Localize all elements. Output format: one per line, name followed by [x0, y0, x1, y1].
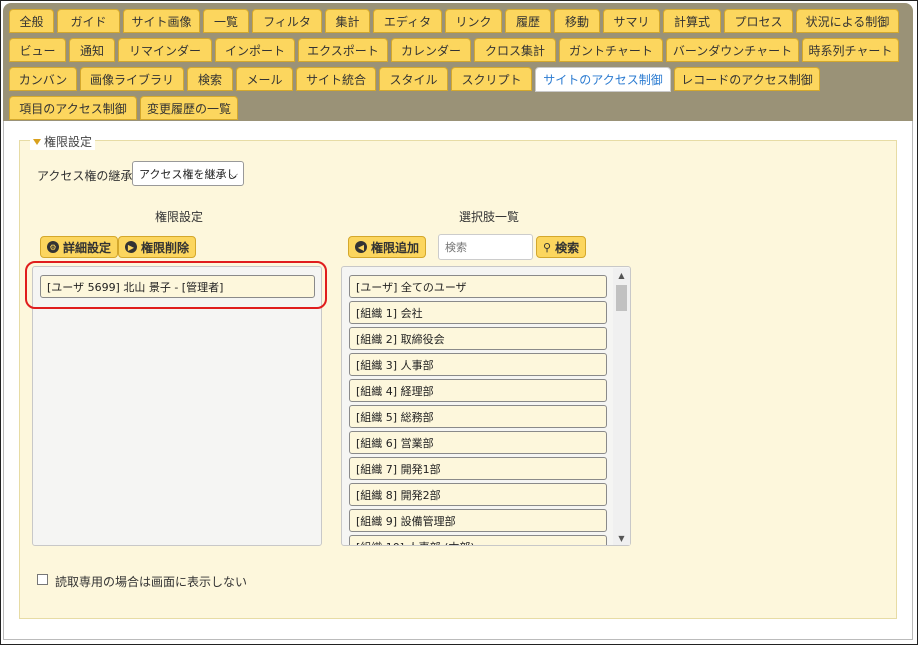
- list-item[interactable]: [組織 3] 人事部: [349, 353, 607, 376]
- tab-mail[interactable]: メール: [236, 67, 293, 91]
- tab-process[interactable]: プロセス: [724, 9, 793, 33]
- legend-label: 権限設定: [44, 135, 93, 149]
- permission-settings-legend[interactable]: 権限設定: [30, 133, 96, 150]
- add-permission-button[interactable]: ◀ 権限追加: [348, 236, 427, 258]
- tab-column-access-control[interactable]: 項目のアクセス制御: [9, 96, 137, 120]
- tab-timeseries-chart[interactable]: 時系列チャート: [802, 38, 899, 62]
- tab-site-image[interactable]: サイト画像: [123, 9, 200, 33]
- list-item[interactable]: [組織 2] 取締役会: [349, 327, 607, 350]
- highlight-annotation: [25, 261, 327, 309]
- tab-general[interactable]: 全般: [9, 9, 54, 33]
- tab-cross-tab[interactable]: クロス集計: [474, 38, 556, 62]
- collapse-triangle-icon: [33, 138, 41, 145]
- option-list[interactable]: [ユーザ] 全てのユーザ [組織 1] 会社 [組織 2] 取締役会 [組織 3…: [341, 266, 631, 546]
- tab-status-control[interactable]: 状況による制御: [796, 9, 899, 33]
- tab-move[interactable]: 移動: [554, 9, 600, 33]
- tab-style[interactable]: スタイル: [379, 67, 448, 91]
- scroll-up-icon[interactable]: ▲: [613, 268, 630, 282]
- list-item[interactable]: [組織 9] 設備管理部: [349, 509, 607, 532]
- tab-notification[interactable]: 通知: [69, 38, 115, 62]
- tab-site-access-control[interactable]: サイトのアクセス制御: [535, 67, 671, 92]
- inherit-select[interactable]: アクセス権を継承し ⌵: [132, 161, 244, 186]
- scroll-down-icon[interactable]: ▼: [613, 531, 630, 545]
- tab-bar: 全般 ガイド サイト画像 一覧 フィルタ 集計 エディタ リンク 履歴 移動 サ…: [3, 3, 913, 121]
- tab-link[interactable]: リンク: [445, 9, 502, 33]
- chevron-down-icon: ⌵: [229, 168, 238, 181]
- tab-reminder[interactable]: リマインダー: [118, 38, 212, 62]
- tab-aggregation[interactable]: 集計: [325, 9, 370, 33]
- readonly-hide-label: 読取専用の場合は画面に表示しない: [55, 575, 248, 589]
- scrollbar-thumb[interactable]: [616, 285, 627, 311]
- tab-burndown-chart[interactable]: バーンダウンチャート: [666, 38, 799, 62]
- tab-script[interactable]: スクリプト: [451, 67, 532, 91]
- delete-permission-label: 権限削除: [141, 240, 190, 255]
- search-icon: ⚲: [543, 240, 552, 254]
- list-item[interactable]: [組織 8] 開発2部: [349, 483, 607, 506]
- readonly-hide-checkbox[interactable]: [37, 574, 48, 585]
- list-item[interactable]: [組織 6] 営業部: [349, 431, 607, 454]
- tab-filter[interactable]: フィルタ: [252, 9, 322, 33]
- tab-record-access-control[interactable]: レコードのアクセス制御: [674, 67, 820, 91]
- remove-circle-icon: ▶: [125, 241, 137, 253]
- tab-export[interactable]: エクスポート: [298, 38, 388, 62]
- option-list-scrollbar[interactable]: ▲ ▼: [613, 268, 630, 545]
- tab-summary[interactable]: サマリ: [603, 9, 660, 33]
- list-item[interactable]: [ユーザ] 全てのユーザ: [349, 275, 607, 298]
- tab-site-integration[interactable]: サイト統合: [296, 67, 376, 91]
- tab-search[interactable]: 検索: [187, 67, 233, 91]
- list-item[interactable]: [組織 1] 会社: [349, 301, 607, 324]
- tab-view[interactable]: ビュー: [9, 38, 66, 62]
- tab-change-history[interactable]: 変更履歴の一覧: [140, 96, 238, 120]
- tab-guide[interactable]: ガイド: [57, 9, 120, 33]
- inherit-label: アクセス権の継承: [37, 169, 133, 183]
- tab-kanban[interactable]: カンバン: [9, 67, 77, 91]
- add-circle-icon: ◀: [355, 241, 367, 253]
- right-panel-title: 選択肢一覧: [459, 210, 520, 224]
- left-panel-title: 権限設定: [155, 210, 204, 224]
- detail-settings-label: 詳細設定: [63, 240, 112, 255]
- detail-settings-button[interactable]: ⚙ 詳細設定: [40, 236, 119, 258]
- gear-icon: ⚙: [47, 241, 59, 253]
- tab-calendar[interactable]: カレンダー: [391, 38, 471, 62]
- tab-list[interactable]: 一覧: [203, 9, 249, 33]
- tab-image-library[interactable]: 画像ライブラリ: [80, 67, 184, 91]
- list-item[interactable]: [組織 4] 経理部: [349, 379, 607, 402]
- tab-editor[interactable]: エディタ: [373, 9, 442, 33]
- list-item[interactable]: [組織 5] 総務部: [349, 405, 607, 428]
- search-button-label: 検索: [555, 240, 580, 255]
- list-item[interactable]: [組織 7] 開発1部: [349, 457, 607, 480]
- tab-import[interactable]: インポート: [215, 38, 295, 62]
- inherit-select-value: アクセス権を継承し: [139, 167, 238, 181]
- tab-formula[interactable]: 計算式: [663, 9, 721, 33]
- search-input[interactable]: [438, 234, 533, 260]
- tab-history[interactable]: 履歴: [505, 9, 551, 33]
- add-permission-label: 権限追加: [371, 240, 420, 255]
- delete-permission-button[interactable]: ▶ 権限削除: [118, 236, 197, 258]
- search-button[interactable]: ⚲ 検索: [536, 236, 587, 258]
- list-item[interactable]: [組織 10] 人事部 (本部): [349, 535, 607, 545]
- tab-gantt-chart[interactable]: ガントチャート: [559, 38, 663, 62]
